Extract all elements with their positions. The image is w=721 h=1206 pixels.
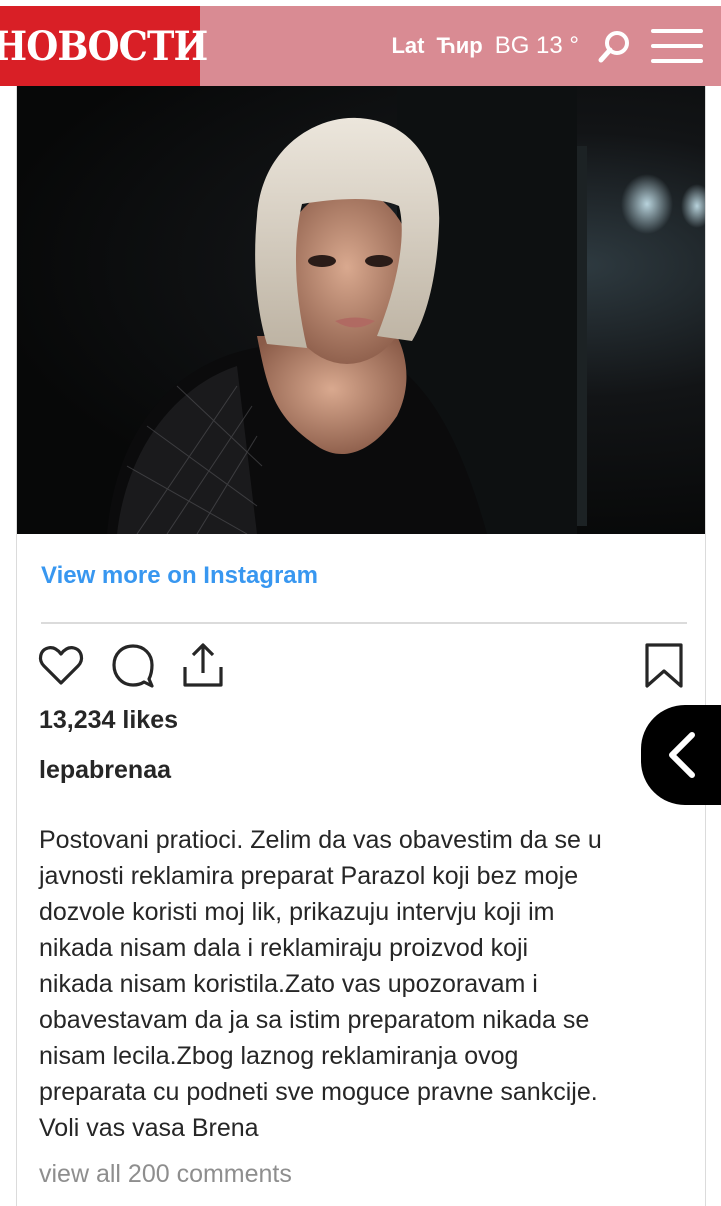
bookmark-icon[interactable] (643, 641, 685, 689)
view-all-comments-link[interactable]: view all 200 comments (39, 1160, 292, 1189)
caption-line: nikada nisam dala i reklamiraju proizvod… (39, 934, 529, 962)
post-photo-illustration (107, 86, 705, 534)
caption-line: preparata cu podneti sve moguce pravne s… (39, 1078, 598, 1106)
caption-line: Voli vas vasa Brena (39, 1114, 259, 1142)
heart-icon[interactable] (37, 641, 85, 689)
post-photo[interactable] (17, 86, 705, 534)
menu-icon[interactable] (651, 29, 703, 63)
caption-line: nisam lecila.Zbog laznog reklamiranja ov… (39, 1042, 519, 1070)
side-back-tab[interactable] (641, 705, 721, 805)
latin-script-toggle[interactable]: Lat (391, 33, 424, 59)
cyrillic-script-toggle[interactable]: Ћир (436, 33, 482, 59)
site-header: НОВОСТИ Lat Ћир BG 13 ° (0, 6, 721, 86)
chevron-left-icon (669, 732, 695, 778)
caption-line: nikada nisam koristila.Zato vas upozorav… (39, 970, 538, 998)
likes-count[interactable]: 13,234 likes (39, 706, 178, 735)
divider (41, 622, 687, 624)
weather-readout[interactable]: BG 13 ° (495, 32, 579, 60)
header-controls: Lat Ћир BG 13 ° (391, 6, 703, 86)
share-icon[interactable] (179, 641, 227, 689)
logo-text: НОВОСТИ (0, 22, 208, 70)
caption-line: dozvole koristi moj lik, prikazuju inter… (39, 898, 555, 926)
post-caption: Postovani pratioci. Zelim da vas obavest… (39, 822, 689, 1146)
site-logo[interactable]: НОВОСТИ (0, 6, 208, 86)
post-username[interactable]: lepabrenaa (39, 756, 171, 785)
caption-line: Postovani pratioci. Zelim da vas obavest… (39, 826, 602, 854)
caption-line: javnosti reklamira preparat Parazol koji… (39, 862, 579, 890)
post-actions (37, 641, 687, 693)
search-icon[interactable] (597, 28, 633, 64)
comment-icon[interactable] (109, 641, 157, 689)
caption-line: obavestavam da ja sa istim preparatom ni… (39, 1006, 590, 1034)
view-more-on-instagram-link[interactable]: View more on Instagram (41, 562, 318, 590)
instagram-embed: View more on Instagram 13,234 likes lepa… (16, 86, 706, 1206)
